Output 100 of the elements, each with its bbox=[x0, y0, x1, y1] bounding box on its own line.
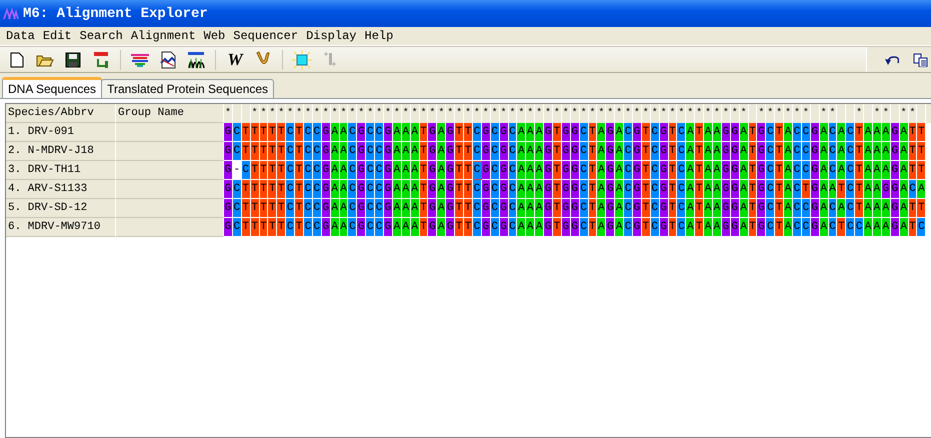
menu-item[interactable]: Display bbox=[302, 29, 360, 43]
base-cell[interactable]: A bbox=[535, 199, 544, 218]
base-cell[interactable]: A bbox=[864, 199, 874, 218]
species-name[interactable]: 5. DRV-SD-12 bbox=[6, 199, 116, 218]
base-cell[interactable]: T bbox=[695, 123, 704, 142]
base-cell[interactable]: T bbox=[917, 161, 926, 180]
base-cell[interactable]: G bbox=[357, 199, 366, 218]
menu-item[interactable]: Help bbox=[360, 29, 398, 43]
base-cell[interactable]: T bbox=[775, 180, 784, 199]
base-cell[interactable]: C bbox=[348, 180, 358, 199]
base-cell[interactable]: A bbox=[873, 142, 882, 161]
base-cell[interactable]: T bbox=[295, 142, 304, 161]
base-cell[interactable]: T bbox=[455, 142, 464, 161]
base-cell[interactable]: C bbox=[677, 180, 686, 199]
base-cell[interactable]: A bbox=[535, 123, 544, 142]
menu-item[interactable]: Search bbox=[76, 29, 127, 43]
base-cell[interactable]: T bbox=[695, 142, 704, 161]
base-cell[interactable]: C bbox=[793, 142, 802, 161]
base-cell[interactable]: A bbox=[704, 123, 713, 142]
base-cell[interactable]: G bbox=[224, 142, 233, 161]
base-cell[interactable]: C bbox=[304, 199, 313, 218]
base-cell[interactable]: C bbox=[917, 218, 926, 237]
base-cell[interactable]: G bbox=[384, 161, 393, 180]
base-cell[interactable]: A bbox=[686, 218, 696, 237]
base-cell[interactable]: A bbox=[917, 180, 926, 199]
base-cell[interactable]: T bbox=[277, 180, 286, 199]
base-cell[interactable]: A bbox=[873, 199, 882, 218]
base-cell[interactable]: A bbox=[784, 123, 793, 142]
base-cell[interactable]: A bbox=[686, 199, 696, 218]
base-cell[interactable]: G bbox=[544, 218, 553, 237]
base-cell[interactable]: T bbox=[464, 199, 473, 218]
base-cell[interactable]: G bbox=[357, 142, 366, 161]
base-cell[interactable]: C bbox=[793, 161, 802, 180]
base-cell[interactable]: G bbox=[606, 218, 616, 237]
base-cell[interactable]: A bbox=[526, 123, 536, 142]
base-cell[interactable]: C bbox=[677, 161, 686, 180]
base-cell[interactable]: A bbox=[784, 218, 793, 237]
base-cell[interactable]: T bbox=[695, 180, 704, 199]
species-name[interactable]: 4. ARV-S1133 bbox=[6, 180, 116, 199]
species-name[interactable]: 2. N-MDRV-J18 bbox=[6, 142, 116, 161]
base-cell[interactable]: A bbox=[437, 199, 446, 218]
base-cell[interactable]: C bbox=[766, 142, 776, 161]
base-cell[interactable]: C bbox=[624, 218, 633, 237]
base-cell[interactable]: A bbox=[535, 142, 544, 161]
base-cell[interactable]: A bbox=[597, 180, 606, 199]
species-name[interactable]: 1. DRV-091 bbox=[6, 123, 116, 142]
base-cell[interactable]: C bbox=[624, 142, 633, 161]
base-cell[interactable]: A bbox=[615, 218, 624, 237]
base-cell[interactable]: A bbox=[517, 142, 526, 161]
base-cell[interactable]: A bbox=[837, 161, 846, 180]
base-cell[interactable]: C bbox=[375, 123, 384, 142]
base-cell[interactable]: T bbox=[464, 180, 473, 199]
base-cell[interactable]: A bbox=[526, 142, 536, 161]
base-cell[interactable]: C bbox=[304, 123, 313, 142]
toolbar-button[interactable]: W bbox=[224, 48, 246, 70]
base-cell[interactable]: C bbox=[304, 218, 313, 237]
base-cell[interactable]: T bbox=[855, 123, 864, 142]
base-cell[interactable]: C bbox=[846, 142, 856, 161]
base-cell[interactable]: A bbox=[535, 180, 544, 199]
base-cell[interactable]: G bbox=[446, 161, 456, 180]
base-cell[interactable]: C bbox=[677, 199, 686, 218]
base-cell[interactable]: T bbox=[695, 161, 704, 180]
base-cell[interactable]: C bbox=[348, 199, 358, 218]
base-cell[interactable]: G bbox=[446, 180, 456, 199]
base-cell[interactable]: G bbox=[544, 161, 553, 180]
base-cell[interactable]: T bbox=[455, 199, 464, 218]
base-cell[interactable]: G bbox=[757, 199, 766, 218]
base-cell[interactable]: A bbox=[864, 218, 874, 237]
base-cell[interactable]: A bbox=[837, 199, 846, 218]
base-cell[interactable]: C bbox=[348, 142, 358, 161]
base-cell[interactable]: C bbox=[366, 180, 376, 199]
base-cell[interactable]: A bbox=[704, 161, 713, 180]
base-cell[interactable]: T bbox=[268, 161, 278, 180]
base-cell[interactable]: A bbox=[597, 218, 606, 237]
base-cell[interactable]: C bbox=[624, 199, 633, 218]
base-cell[interactable]: T bbox=[277, 218, 286, 237]
base-cell[interactable]: A bbox=[517, 218, 526, 237]
base-cell[interactable]: A bbox=[704, 199, 713, 218]
base-cell[interactable]: C bbox=[366, 142, 376, 161]
base-cell[interactable]: T bbox=[277, 142, 286, 161]
base-cell[interactable]: T bbox=[917, 123, 926, 142]
base-cell[interactable]: A bbox=[437, 142, 446, 161]
base-cell[interactable]: C bbox=[793, 123, 802, 142]
base-cell[interactable]: G bbox=[446, 199, 456, 218]
base-cell[interactable]: G bbox=[428, 218, 438, 237]
base-cell[interactable]: T bbox=[277, 123, 286, 142]
base-cell[interactable]: A bbox=[864, 142, 874, 161]
base-cell[interactable]: C bbox=[375, 199, 384, 218]
base-cell[interactable]: A bbox=[437, 161, 446, 180]
base-cell[interactable]: C bbox=[766, 218, 776, 237]
base-cell[interactable]: A bbox=[517, 180, 526, 199]
base-cell[interactable]: G bbox=[428, 123, 438, 142]
base-cell[interactable]: A bbox=[597, 199, 606, 218]
species-name[interactable]: 3. DRV-TH11 bbox=[6, 161, 116, 180]
base-cell[interactable]: G bbox=[428, 199, 438, 218]
base-cell[interactable]: T bbox=[855, 180, 864, 199]
base-cell[interactable]: G bbox=[428, 161, 438, 180]
base-cell[interactable]: C bbox=[677, 218, 686, 237]
base-cell[interactable]: G bbox=[606, 123, 616, 142]
base-cell[interactable]: A bbox=[526, 218, 536, 237]
